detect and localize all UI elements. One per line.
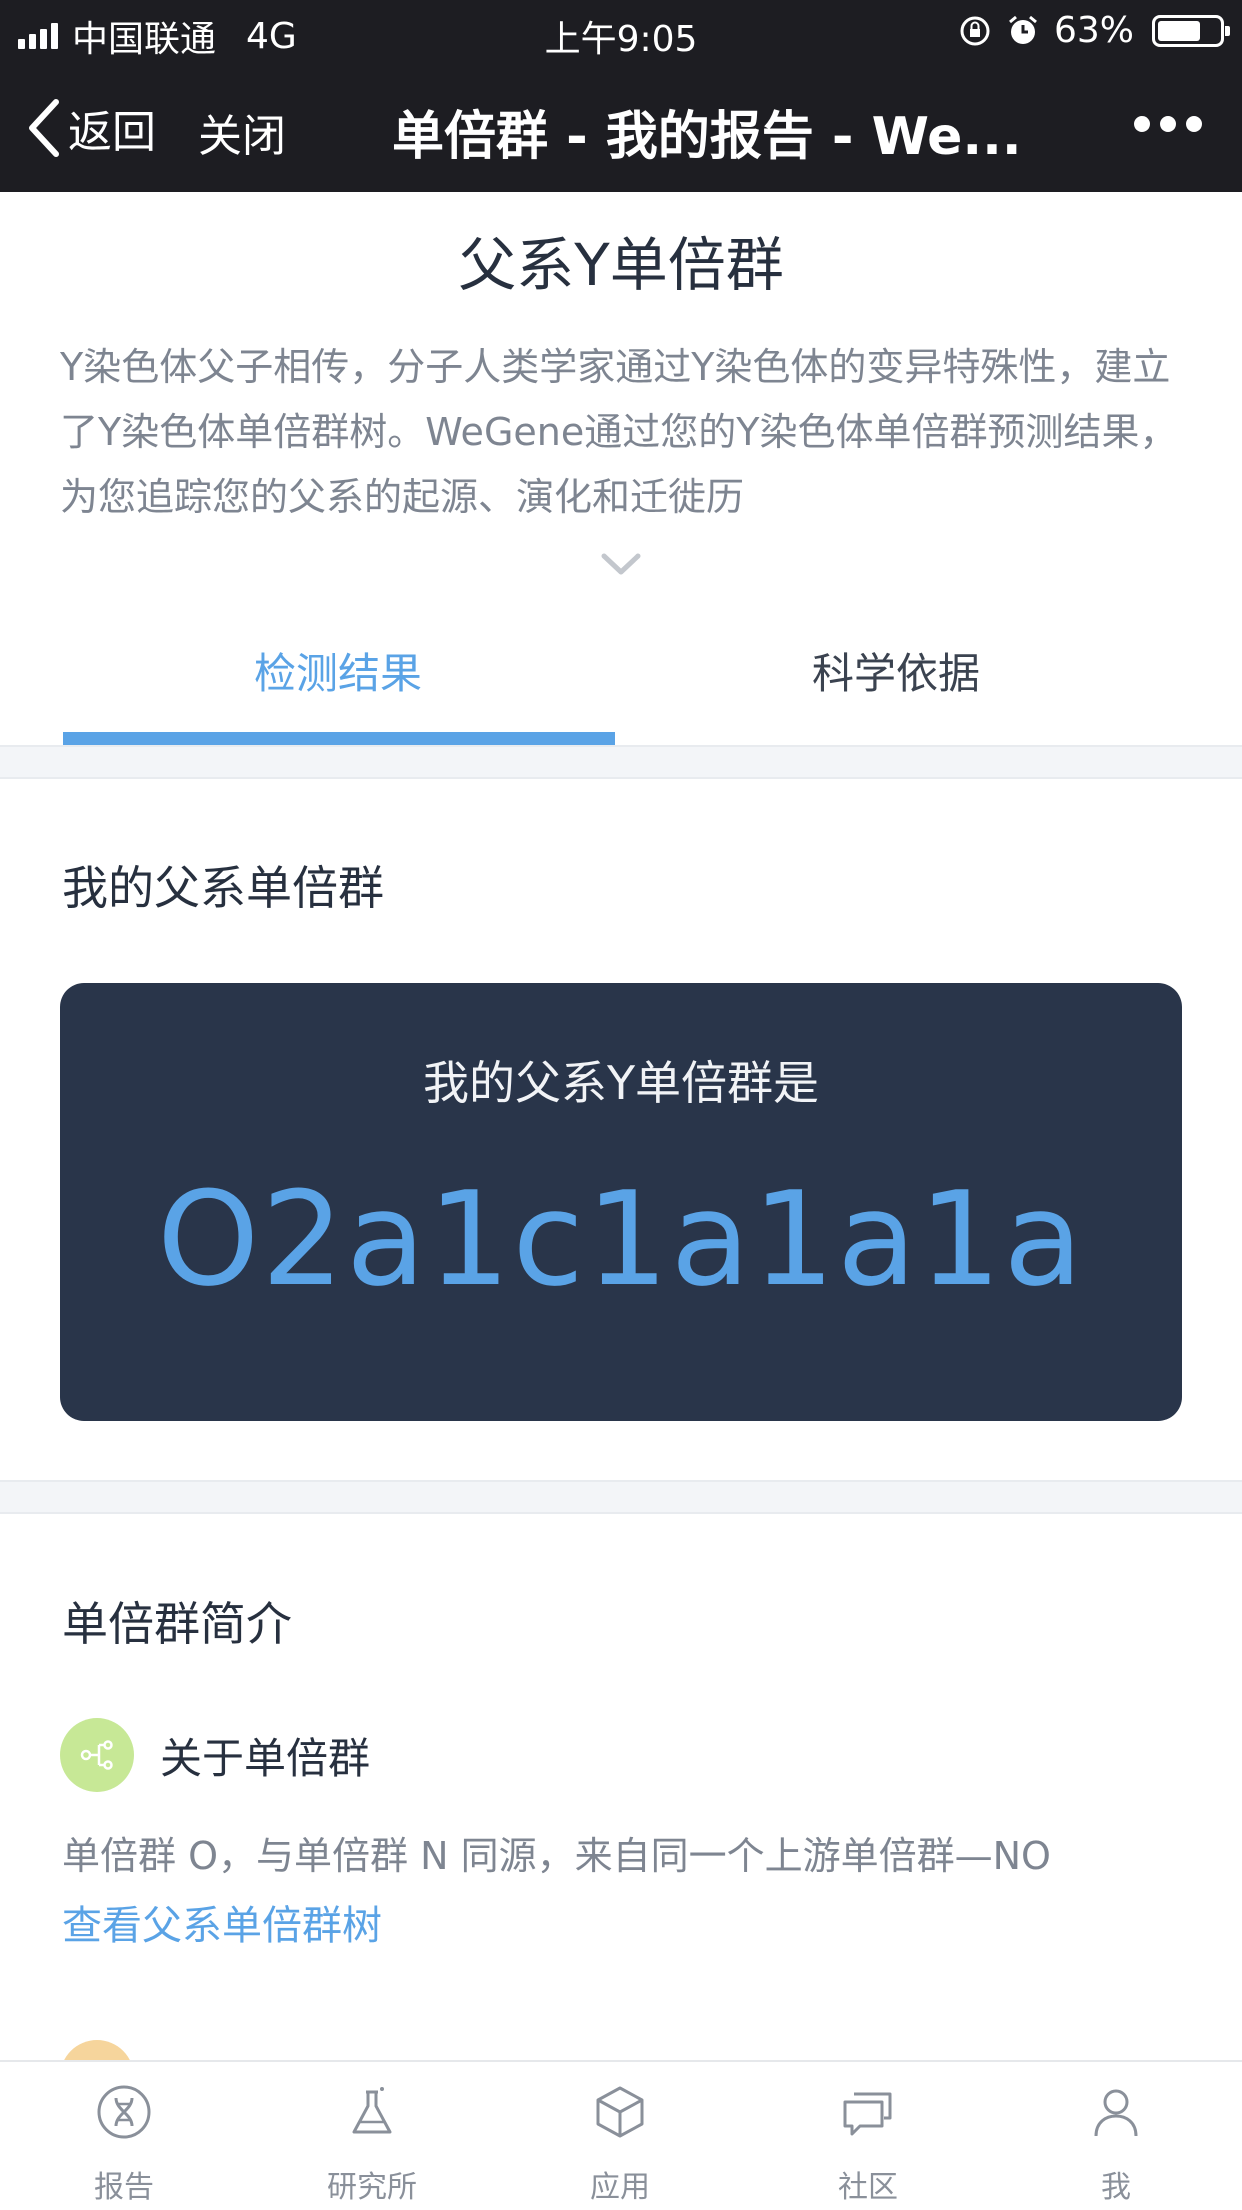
- back-label: 返回: [68, 107, 156, 158]
- back-button[interactable]: 返回: [26, 96, 156, 160]
- haplogroup-value: O2a1c1a1a1a: [156, 1163, 1085, 1315]
- chevron-down-icon[interactable]: [600, 552, 642, 578]
- about-description: 单倍群 O，与单倍群 N 同源，来自同一个上游单倍群—NO: [62, 1834, 1051, 1878]
- tab-label: 社区: [838, 2170, 898, 2205]
- bottom-tab-bar: 报告 研究所 应用 社区 我: [0, 2060, 1242, 2208]
- battery-icon: [1152, 14, 1230, 47]
- haplogroup-card-label: 我的父系Y单倍群是: [422, 1056, 820, 1110]
- tab-report[interactable]: 报告: [0, 2062, 248, 2210]
- page-title: 父系Y单倍群: [458, 231, 784, 299]
- cube-icon: [596, 2086, 644, 2138]
- more-dot-icon: [1134, 116, 1150, 132]
- tab-science[interactable]: 科学依据: [812, 640, 980, 701]
- about-title: 关于单倍群: [160, 1733, 371, 1783]
- section-divider: [0, 1480, 1242, 1514]
- tab-apps[interactable]: 应用: [496, 2062, 744, 2210]
- share-tree-icon: [60, 1718, 134, 1792]
- flask-icon: [352, 2087, 392, 2134]
- nav-title: 单倍群 - 我的报告 - We...: [392, 107, 1022, 167]
- tab-label: 研究所: [327, 2170, 417, 2205]
- more-button[interactable]: [1134, 116, 1202, 132]
- user-icon: [1094, 2089, 1138, 2137]
- tab-bar-top: 检测结果 科学依据: [0, 600, 1242, 746]
- tab-label: 我: [1101, 2170, 1131, 2205]
- nav-bar: 返回 关闭 单倍群 - 我的报告 - We...: [0, 62, 1242, 192]
- chat-icon: [843, 2092, 892, 2136]
- tab-label: 报告: [94, 2170, 154, 2205]
- tab-community[interactable]: 社区: [744, 2062, 992, 2210]
- more-dot-icon: [1160, 116, 1176, 132]
- haplogroup-card: 我的父系Y单倍群是 O2a1c1a1a1a: [60, 983, 1182, 1421]
- tab-institute[interactable]: 研究所: [248, 2062, 496, 2210]
- more-dot-icon: [1186, 116, 1202, 132]
- tab-results[interactable]: 检测结果: [254, 640, 422, 701]
- alarm-icon: [1009, 15, 1037, 44]
- status-bar: 中国联通 4G 上午9:05 63%: [0, 0, 1242, 62]
- tab-me[interactable]: 我: [992, 2062, 1240, 2210]
- status-right: 63%: [958, 10, 1230, 51]
- chevron-left-icon: [29, 99, 59, 157]
- about-haplogroup-row: 关于单倍群: [60, 1718, 370, 1792]
- intro-text: Y染色体父子相传，分子人类学家通过Y染色体的变异特殊性，建立了Y染色体单倍群树。…: [60, 345, 1178, 519]
- close-button[interactable]: 关闭: [198, 100, 286, 164]
- battery-percent: 63%: [1053, 10, 1134, 51]
- active-tab-indicator: [63, 732, 615, 746]
- section-divider: [0, 745, 1242, 779]
- tab-label: 应用: [590, 2170, 650, 2205]
- view-tree-link[interactable]: 查看父系单倍群树: [62, 1893, 382, 1951]
- result-heading: 我的父系单倍群: [62, 861, 384, 915]
- dna-icon: [97, 2085, 151, 2139]
- rotation-lock-icon: [960, 16, 990, 45]
- intro-heading: 单倍群简介: [62, 1597, 292, 1651]
